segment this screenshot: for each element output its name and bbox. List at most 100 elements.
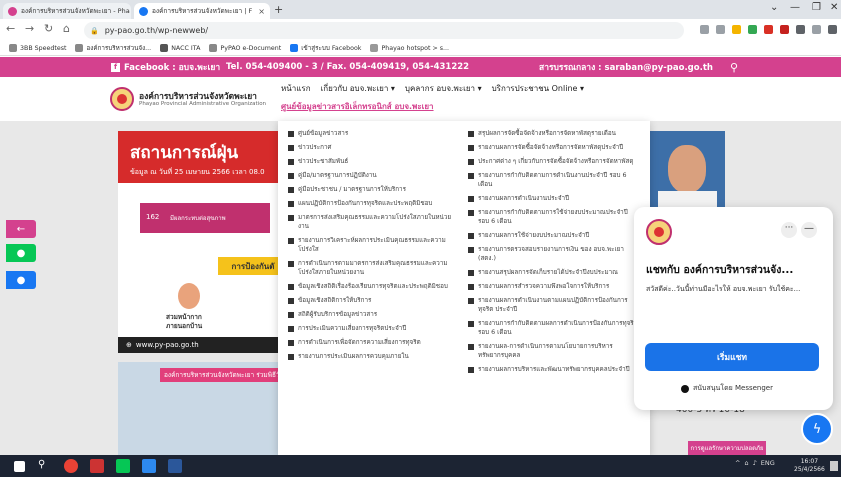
dropdown-item[interactable]: รายงานผลการดำเนินงานประจำปี [468, 194, 638, 203]
word-app-icon[interactable] [168, 459, 182, 473]
dropdown-item-label: มาตรการส่งเสริมคุณธรรมและความโปร่งใสภายใ… [298, 214, 452, 230]
facebook-icon [290, 44, 299, 52]
bookmarks-bar: 3BB Speedtest องค์การบริหารส่วนจัง... NA… [0, 41, 841, 56]
volume-icon[interactable]: ♪ [753, 459, 757, 467]
dropdown-item[interactable]: รายงานการกำกับติดตามการดำเนินงานประจำปี … [468, 171, 638, 189]
close-window-button[interactable]: ✕ [830, 2, 838, 13]
news-photo[interactable]: องค์การบริหารส่วนจังหวัดพะเยา ร่วมพิธีวั… [118, 362, 288, 455]
list-icon [288, 353, 294, 360]
dropdown-item[interactable]: แผนปฏิบัติการป้องกันการทุจริตและประพฤติม… [288, 199, 458, 208]
dropdown-item[interactable]: รายงานผลการจัดซื้อจัดจ้างหรือการจัดหาพัส… [468, 143, 638, 152]
line-icon[interactable]: ● [6, 244, 36, 262]
chevron-down-icon[interactable]: ⌄ [770, 2, 778, 13]
nav-staff[interactable]: บุคลากร อบจ.พะเยา ▾ [405, 82, 482, 95]
dropdown-item[interactable]: การดำเนินการเพื่อจัดการความเสี่ยงการทุจร… [288, 338, 458, 347]
back-arrow-button[interactable]: ← [6, 220, 36, 238]
network-icon[interactable]: ⌂ [744, 459, 748, 467]
bookmark-item[interactable]: เข้าสู่ระบบ Facebook [290, 43, 361, 53]
dropdown-item[interactable]: รายงานการกำกับติดตามการใช้จ่ายงบประมาณปร… [468, 208, 638, 226]
org-logo[interactable] [110, 87, 134, 111]
security-button[interactable]: การดูแลรักษาความปลอดภัย [688, 441, 766, 455]
bookmark-item[interactable]: Phayao hotspot > s... [370, 44, 449, 52]
phone-text: Tel. 054-409400 - 3 / Fax. 054-409419, 0… [226, 62, 470, 72]
dropdown-item[interactable]: รายงานการกำกับติดตามผลการดำเนินการป้องกั… [468, 319, 638, 337]
minimize-window-button[interactable]: — [790, 2, 800, 13]
bookmark-label: PyPAO e-Document [220, 44, 282, 52]
bookmark-item[interactable]: องค์การบริหารส่วนจัง... [75, 43, 151, 53]
dropdown-item[interactable]: รายงานการประเมินผลการควบคุมภายใน [288, 352, 458, 361]
dropdown-item[interactable]: รายงานผลการบริหารและพัฒนาทรัพยากรบุคคลปร… [468, 365, 638, 374]
dropdown-item[interactable]: รายงานการวิเคราะห์ผลการประเมินคุณธรรมและ… [288, 236, 458, 254]
dropdown-item[interactable]: การประเมินความเสี่ยงการทุจริตประจำปี [288, 324, 458, 333]
home-icon[interactable]: ⌂ [63, 22, 70, 35]
restore-window-button[interactable]: ❐ [812, 2, 821, 13]
dropdown-item[interactable]: รายงานผล-การดำเนินการตามนโยบายการบริหารท… [468, 342, 638, 360]
extension-icon[interactable] [748, 25, 757, 34]
pm25-banner[interactable]: สถานการณ์ฝุ่น ข้อมูล ณ วันที่ 25 เมษายน … [118, 131, 288, 353]
bookmark-item[interactable]: NACC ITA [160, 44, 200, 52]
new-tab-button[interactable]: + [274, 3, 283, 16]
language-indicator[interactable]: ENG [761, 459, 775, 467]
dropdown-item[interactable]: ประกาศต่าง ๆ เกี่ยวกับการจัดซื้อจัดจ้างห… [468, 157, 638, 166]
start-chat-button[interactable]: เริ่มแชท [645, 343, 819, 371]
share-icon[interactable] [716, 25, 725, 34]
bookmark-item[interactable]: 3BB Speedtest [9, 44, 66, 52]
file-explorer-icon[interactable] [142, 459, 156, 473]
dropdown-item[interactable]: มาตรการส่งเสริมคุณธรรมและความโปร่งใสภายใ… [288, 213, 458, 231]
taskbar-clock[interactable]: 16:07 25/4/2566 [794, 458, 825, 474]
address-bar[interactable]: 🔒 py-pao.go.th/wp-newweb/ [84, 22, 684, 39]
more-options-button[interactable]: ··· [781, 222, 797, 238]
line-app-icon[interactable] [116, 459, 130, 473]
messenger-bubble-button[interactable]: ϟ [801, 413, 833, 445]
windows-start-icon[interactable] [14, 461, 25, 472]
dropdown-item[interactable]: คู่มือประชาชน / มาตรฐานการให้บริการ [288, 185, 458, 194]
messenger-icon[interactable]: ● [6, 271, 36, 289]
extension-icon[interactable] [764, 25, 773, 34]
dropdown-item[interactable]: รายงานการตรวจสอบรายงานการเงิน ของ อบจ.พะ… [468, 245, 638, 263]
dropdown-item[interactable]: คู่มือ/มาตรฐานการปฏิบัติงาน [288, 171, 458, 180]
dropdown-item[interactable]: ข่าวประชาสัมพันธ์ [288, 157, 458, 166]
back-arrow-icon[interactable]: ← [6, 22, 15, 35]
dropdown-item[interactable]: รายงานสรุปผลการจัดเก็บรายได้ประจำปีงบประ… [468, 268, 638, 277]
bookmark-star-icon[interactable] [732, 25, 741, 34]
translate-icon[interactable] [700, 25, 709, 34]
list-icon [468, 343, 474, 350]
bookmark-item[interactable]: PyPAO e-Document [209, 44, 281, 52]
dropdown-item-label: รายงานผลการจัดซื้อจัดจ้างหรือการจัดหาพัส… [478, 144, 624, 151]
chrome-icon[interactable] [64, 459, 78, 473]
dropdown-item[interactable]: รายงานผลการใช้จ่ายงบประมาณประจำปี [468, 231, 638, 240]
dropdown-item[interactable]: ข้อมูลเชิงสถิติเรื่องร้องเรียนการทุจริตแ… [288, 282, 458, 291]
nav-home[interactable]: หน้าแรก [281, 82, 311, 95]
search-icon[interactable]: ⚲ [38, 459, 52, 473]
notification-icon[interactable] [830, 461, 838, 471]
dropdown-item[interactable]: ข่าวประกาศ [288, 143, 458, 152]
dropdown-item[interactable]: สถิติผู้รับบริการข้อมูลข่าวสาร [288, 310, 458, 319]
search-icon[interactable]: ⚲ [730, 61, 738, 74]
browser-tab-active[interactable]: องค์การบริหารส่วนจังหวัดพะเยา | F × [134, 3, 270, 19]
minimize-chat-button[interactable]: — [801, 222, 817, 238]
facebook-link[interactable]: f Facebook : อบจ.พะเยา [111, 60, 220, 74]
dropdown-item[interactable]: รายงานผลการสำรวจความพึงพอใจการให้บริการ [468, 282, 638, 291]
puzzle-icon[interactable] [796, 25, 805, 34]
side-panel-icon[interactable] [812, 25, 821, 34]
profile-icon[interactable] [828, 25, 837, 34]
dropdown-item[interactable]: ข้อมูลเชิงสถิติการให้บริการ [288, 296, 458, 305]
nav-about[interactable]: เกี่ยวกับ อบจ.พะเยา ▾ [321, 82, 395, 95]
dropdown-item-label: รายงานการกำกับติดตามผลการดำเนินการป้องกั… [478, 320, 638, 336]
extension-icon[interactable] [780, 25, 789, 34]
dropdown-item[interactable]: การดำเนินการตามมาตรการส่งเสริมคุณธรรมและ… [288, 259, 458, 277]
nav-online-services[interactable]: บริการประชาชน Online ▾ [492, 82, 584, 95]
nav-info-center[interactable]: ศูนย์ข้อมูลข่าวสารอิเล็กทรอนิกส์ อบจ.พะเ… [281, 100, 434, 113]
dropdown-item[interactable]: รายงานผลการดำเนินงานตามแผนปฏิบัติการป้อง… [468, 296, 638, 314]
dropdown-item[interactable]: ศูนย์ข้อมูลข่าวสาร [288, 129, 458, 138]
forward-arrow-icon[interactable]: → [25, 22, 34, 35]
reload-icon[interactable]: ↻ [44, 22, 53, 35]
dropdown-item[interactable]: สรุปผลการจัดซื้อจัดจ้างหรือการจัดหาพัสดุ… [468, 129, 638, 138]
browser-tab[interactable]: องค์การบริหารส่วนจังหวัดพะเยา - Pha × [3, 3, 131, 19]
aqi-box: 162 มีผลกระทบต่อสุขภาพ [140, 203, 270, 233]
pdf-app-icon[interactable] [90, 459, 104, 473]
close-tab-icon[interactable]: × [255, 7, 265, 16]
chevron-up-icon[interactable]: ^ [735, 459, 740, 467]
banner-headline: สถานการณ์ฝุ่น [130, 143, 239, 163]
close-tab-icon[interactable]: × [130, 7, 131, 16]
